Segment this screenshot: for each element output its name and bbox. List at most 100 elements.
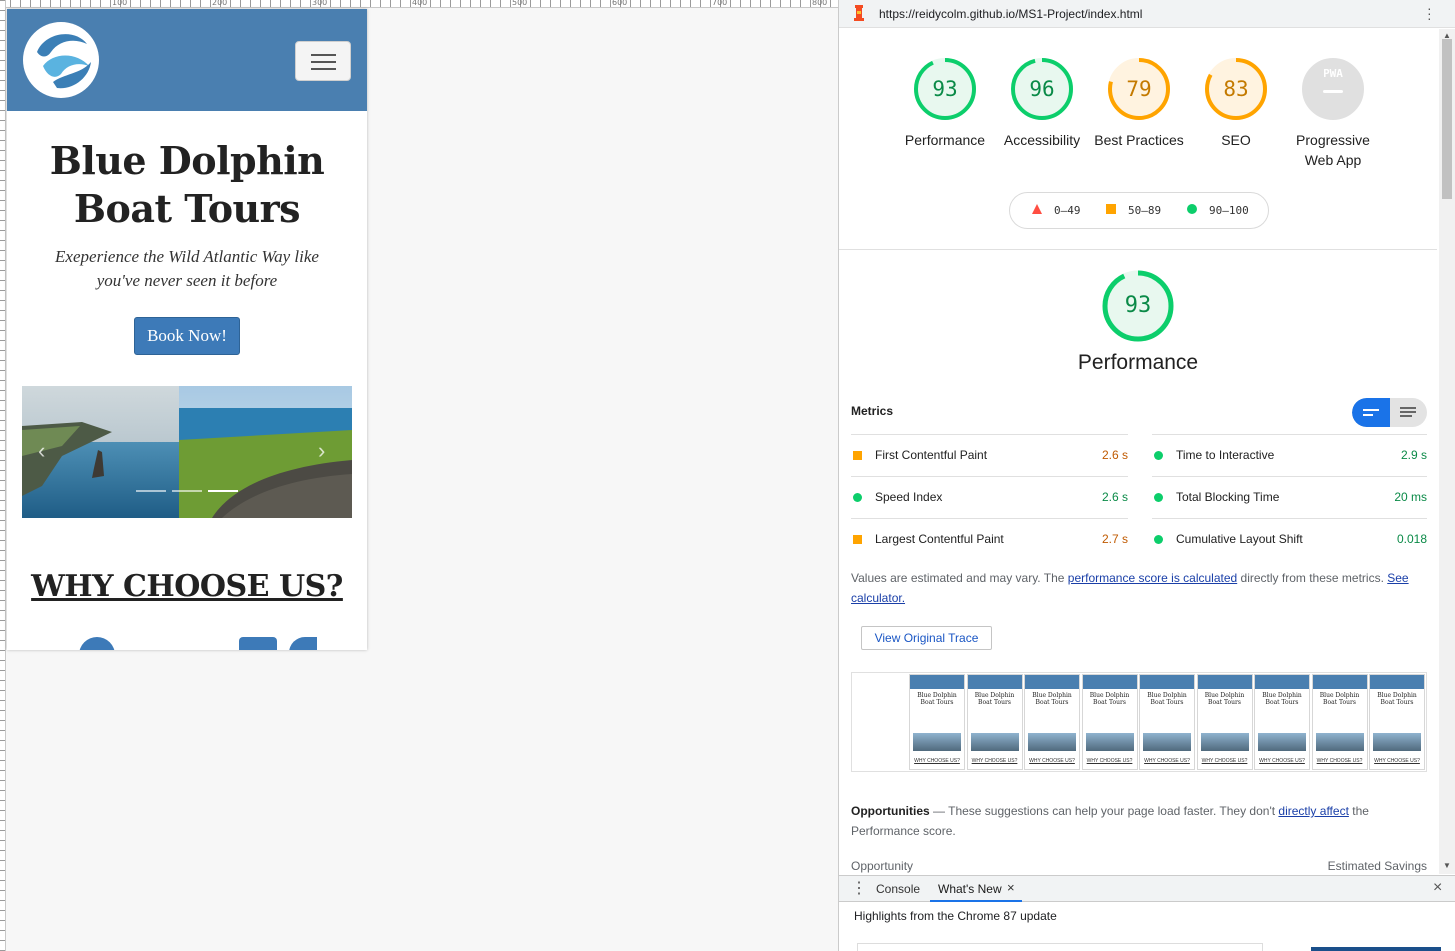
close-drawer-icon[interactable]: × [1433,879,1442,897]
ruler-label: 700 [712,0,728,7]
filmstrip-frame: Blue Dolphin Boat Tours WHY CHOOSE US? [1081,674,1138,770]
frame-navbar [1255,675,1309,689]
category-gauge[interactable]: PWA Progressive Web App [1283,56,1383,170]
metric-name: Largest Contentful Paint [875,532,1004,546]
frame-image [1028,733,1076,751]
category-label: Progressive Web App [1296,132,1370,168]
image-carousel[interactable]: ‹ › [22,386,352,518]
metric-row: Cumulative Layout Shift 0.018 [1152,518,1427,560]
frame-title: Blue Dolphin Boat Tours [1377,692,1417,706]
frame-title: Blue Dolphin Boat Tours [1204,692,1245,706]
metric-row: Largest Contentful Paint 2.7 s [851,518,1128,560]
average-square-icon [853,535,862,544]
tab-console[interactable]: Console [876,882,920,896]
more-options-icon[interactable]: · · · [1427,1,1432,25]
metrics-note: Values are estimated and may vary. The p… [851,568,1426,608]
opportunities-intro: Opportunities — These suggestions can he… [851,801,1411,841]
ruler-label: 200 [212,0,228,7]
category-score: 96 [1029,77,1055,101]
report-scrollbar[interactable]: ▲ ▼ [1439,29,1455,874]
section-divider [839,249,1437,250]
category-gauge[interactable]: 79 Best Practices [1089,56,1189,150]
frame-image [1085,733,1134,751]
whats-new-banner [1311,947,1441,951]
filmstrip-frame: Blue Dolphin Boat Tours WHY CHOOSE US? [1311,674,1368,770]
legend-average-icon [1106,204,1116,217]
lighthouse-report[interactable]: 93 Performance 96 Accessibility 79 Best Pract… [839,29,1437,874]
carousel-indicator-active[interactable] [208,490,238,492]
frame-navbar [1312,675,1367,689]
frame-heading: WHY CHOOSE US? [1144,758,1190,764]
drawer-tab-bar: ⋮ Console What's New × × [839,875,1455,902]
frame-title: Blue Dolphin Boat Tours [1262,692,1302,706]
book-now-button[interactable]: Book Now! [134,317,240,355]
expanded-view-icon[interactable] [1390,398,1427,427]
frame-image [1258,733,1306,751]
metrics-view-toggle[interactable] [1352,398,1427,427]
hero-title: Blue Dolphin Boat Tours [49,138,325,231]
directly-affect-link[interactable]: directly affect [1278,804,1348,818]
frame-title: Blue Dolphin Boat Tours [1032,692,1072,706]
scrollbar-thumb[interactable] [1442,39,1452,199]
scroll-down-arrow-icon[interactable]: ▼ [1443,861,1451,870]
filmstrip-frame: Blue Dolphin Boat Tours WHY CHOOSE US? [1369,674,1425,770]
ruler-label: 600 [612,0,628,7]
performance-main-label: Performance [1077,351,1199,374]
filmstrip-frame: Blue Dolphin Boat Tours WHY CHOOSE US? [1254,674,1310,770]
legend-pass-range: 90–100 [1209,204,1249,217]
metric-name: Cumulative Layout Shift [1176,532,1303,546]
filmstrip-frame: Blue Dolphin Boat Tours WHY CHOOSE US? [1196,674,1253,770]
category-gauge[interactable]: 93 Performance [895,56,995,150]
metric-row: Total Blocking Time 20 ms [1152,476,1427,518]
report-url[interactable]: https://reidycolm.github.io/MS1-Project/… [879,7,1142,21]
carousel-indicator[interactable] [172,490,202,492]
legend-fail-range: 0–49 [1054,204,1081,217]
metric-value: 2.6 s [1101,448,1128,462]
carousel-indicator[interactable] [136,490,166,492]
frame-navbar [910,675,964,689]
category-gauge[interactable]: 96 Accessibility [992,56,1092,150]
frame-image [1315,733,1364,751]
whats-new-headline: Highlights from the Chrome 87 update [854,909,1057,923]
metric-name: First Contentful Paint [875,448,988,462]
score-calculated-link[interactable]: performance score is calculated [1068,571,1237,585]
drawer-menu-icon[interactable]: ⋮ [851,878,867,898]
frame-heading: WHY CHOOSE US? [971,758,1018,764]
category-label: Performance [904,132,986,148]
ruler-label: 300 [312,0,328,7]
metric-row: First Contentful Paint 2.6 s [851,434,1128,476]
category-gauge[interactable]: 83 SEO [1186,56,1286,150]
emulated-mobile-page[interactable]: Blue Dolphin Boat Tours Exeperience the … [7,9,367,650]
compact-view-button[interactable] [1352,398,1390,427]
carousel-prev-arrow[interactable]: ‹ [38,438,45,464]
vertical-ruler [0,0,6,951]
close-tab-icon[interactable]: × [1007,880,1015,895]
feature-icon [79,637,115,650]
view-original-trace-button[interactable]: View Original Trace [861,626,992,650]
filmstrip-frame: Blue Dolphin Boat Tours WHY CHOOSE US? [909,674,965,770]
score-legend: 0–49 50–89 90–100 [1009,192,1269,229]
pass-circle-icon [1154,535,1163,544]
metric-value: 2.6 s [1101,490,1128,504]
metric-value: 2.7 s [1101,532,1128,546]
metric-value: 2.9 s [1400,448,1427,462]
menu-toggle-button[interactable] [295,41,351,81]
whats-new-card [857,943,1263,951]
legend-average-range: 50–89 [1128,204,1162,217]
metrics-title: Metrics [851,404,894,418]
opportunity-table-header: Opportunity Estimated Savings [851,859,1427,873]
ruler-label: 100 [112,0,128,7]
carousel-next-arrow[interactable]: › [318,438,325,464]
metric-value: 20 ms [1394,490,1427,504]
whats-new-pane: Highlights from the Chrome 87 update [839,903,1455,951]
dolphin-logo[interactable] [23,22,99,98]
tab-whats-new[interactable]: What's New [938,882,1002,896]
report-url-bar: https://reidycolm.github.io/MS1-Project/… [839,0,1455,28]
category-score: 93 [932,77,958,101]
opportunities-title: Opportunities [851,804,930,818]
category-score: PWA [1323,67,1343,80]
filmstrip-frame: Blue Dolphin Boat Tours WHY CHOOSE US? [1139,674,1195,770]
frame-image [970,733,1019,751]
carousel-image [22,386,352,518]
dash: — [929,804,949,818]
